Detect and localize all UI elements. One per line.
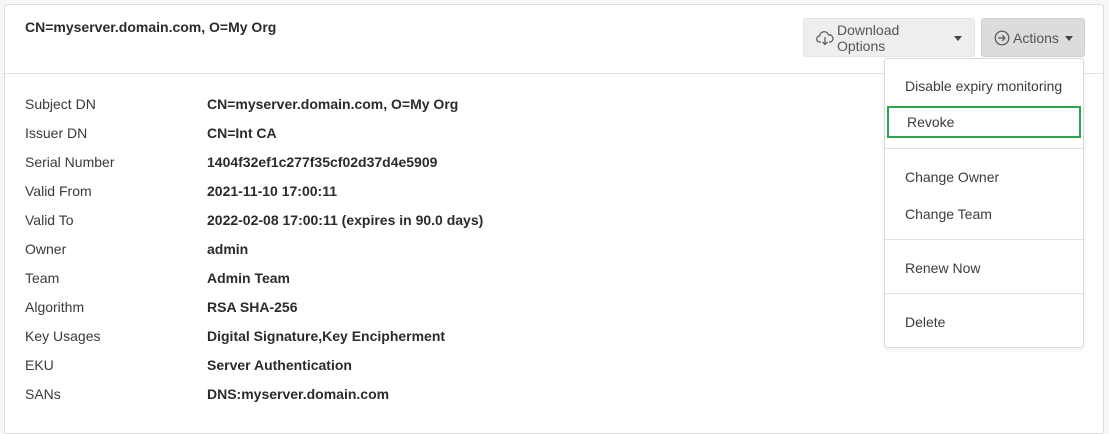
detail-value: Digital Signature,Key Encipherment bbox=[207, 328, 446, 344]
detail-value: 2021-11-10 17:00:11 bbox=[207, 183, 337, 199]
detail-label: Key Usages bbox=[25, 328, 101, 344]
caret-down-icon bbox=[1064, 35, 1073, 41]
menu-item-disable-expiry-monitoring[interactable]: Disable expiry monitoring bbox=[885, 70, 1083, 102]
detail-value: CN=Int CA bbox=[207, 125, 277, 141]
menu-item-revoke[interactable]: Revoke bbox=[887, 106, 1081, 138]
detail-label: SANs bbox=[25, 386, 61, 402]
menu-item-change-owner[interactable]: Change Owner bbox=[885, 161, 1083, 193]
menu-divider bbox=[885, 239, 1083, 240]
menu-item-change-team[interactable]: Change Team bbox=[885, 198, 1083, 230]
actions-button[interactable]: Actions bbox=[981, 18, 1085, 57]
actions-label: Actions bbox=[1013, 29, 1059, 46]
detail-value: admin bbox=[207, 241, 249, 257]
cloud-download-icon bbox=[816, 29, 834, 47]
detail-label: Team bbox=[25, 270, 60, 286]
detail-value: Server Authentication bbox=[207, 357, 352, 373]
detail-label: Issuer DN bbox=[25, 125, 88, 141]
circle-arrow-right-icon bbox=[994, 29, 1010, 47]
caret-down-icon bbox=[954, 35, 962, 41]
detail-value: CN=myserver.domain.com, O=My Org bbox=[207, 96, 459, 112]
download-options-button[interactable]: Download Options bbox=[803, 18, 975, 57]
actions-dropdown-menu: Disable expiry monitoring Revoke Change … bbox=[884, 58, 1084, 348]
detail-value: Admin Team bbox=[207, 270, 290, 286]
detail-label: Serial Number bbox=[25, 154, 115, 170]
menu-item-delete[interactable]: Delete bbox=[885, 306, 1083, 338]
page-title: CN=myserver.domain.com, O=My Org bbox=[25, 19, 277, 35]
detail-label: EKU bbox=[25, 357, 54, 373]
menu-divider bbox=[885, 148, 1083, 149]
detail-label: Subject DN bbox=[25, 96, 96, 112]
detail-label: Valid From bbox=[25, 183, 92, 199]
detail-value: RSA SHA-256 bbox=[207, 299, 298, 315]
detail-value: 2022-02-08 17:00:11 (expires in 90.0 day… bbox=[207, 212, 484, 228]
detail-value: 1404f32ef1c277f35cf02d37d4e5909 bbox=[207, 154, 438, 170]
menu-item-renew-now[interactable]: Renew Now bbox=[885, 252, 1083, 284]
detail-label: Valid To bbox=[25, 212, 74, 228]
menu-divider bbox=[885, 293, 1083, 294]
detail-label: Algorithm bbox=[25, 299, 85, 315]
detail-label: Owner bbox=[25, 241, 67, 257]
download-options-label: Download Options bbox=[837, 21, 900, 54]
detail-value: DNS:myserver.domain.com bbox=[207, 386, 390, 402]
